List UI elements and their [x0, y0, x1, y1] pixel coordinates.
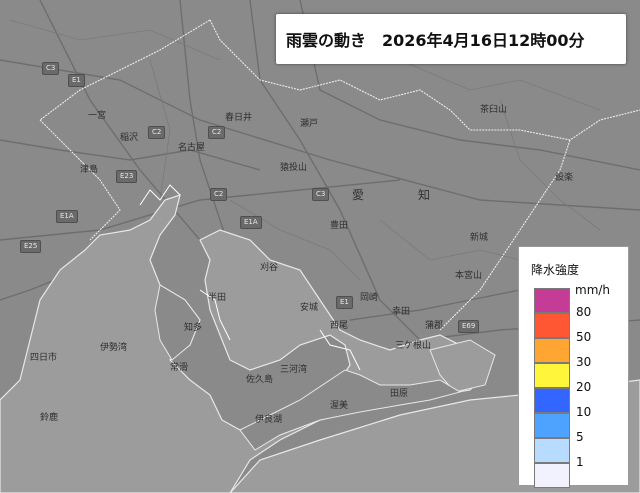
place-label: 三ケ根山: [395, 341, 432, 351]
prefecture-label-1: 愛: [352, 188, 365, 202]
place-label: 一宮: [88, 111, 107, 121]
place-label: 岡崎: [360, 293, 379, 303]
place-label: 瀬戸: [300, 119, 319, 129]
legend-label: 30: [576, 355, 592, 369]
place-label: 常滑: [170, 363, 189, 373]
place-label: 新城: [470, 233, 489, 243]
place-label: 蒲郡: [425, 321, 444, 331]
road-badge: C3: [42, 62, 60, 75]
place-label: 設楽: [555, 173, 574, 183]
place-label: 春日井: [225, 113, 253, 123]
title-datetime: 2026年4月16日12時00分: [382, 31, 585, 50]
place-label: 安城: [300, 303, 319, 313]
legend-label: 80: [576, 305, 592, 319]
legend-swatch: [534, 288, 570, 313]
map-view[interactable]: 愛 知 名古屋 春日井 豊橋 瀬戸 豊田 岡崎 刈谷 安城 知多 半田 常滑 蒲…: [0, 0, 640, 493]
legend-label: 50: [576, 330, 592, 344]
precipitation-legend: 降水強度 mm/h 80 50 30 20 10 5 1: [518, 246, 629, 488]
title-banner: 雨雲の動き 2026年4月16日12時00分: [276, 14, 626, 64]
place-label: 名古屋: [178, 143, 206, 153]
place-label: 伊勢湾: [100, 343, 128, 353]
place-label: 伊良湖: [255, 415, 283, 425]
road-badge: C2: [148, 126, 166, 139]
legend-unit: mm/h: [575, 283, 611, 297]
road-badge: E1A: [240, 216, 262, 229]
place-label: 茶臼山: [480, 105, 508, 115]
legend-swatch: [534, 313, 570, 338]
place-label: 渥美: [330, 401, 349, 411]
place-label: 鈴鹿: [40, 413, 59, 423]
road-badge: E25: [20, 240, 42, 253]
place-label: 半田: [208, 293, 227, 303]
place-label: 知多: [184, 323, 203, 333]
legend-label: 10: [576, 405, 592, 419]
place-label: 田原: [390, 389, 409, 399]
road-badge: E69: [458, 320, 480, 333]
place-label: 豊田: [330, 221, 349, 231]
road-badge: C3: [312, 188, 330, 201]
road-badge: E1: [68, 74, 85, 87]
road-badge: E23: [116, 170, 138, 183]
place-label: 佐久島: [246, 375, 274, 385]
place-label: 猿投山: [280, 163, 308, 173]
title-label: 雨雲の動き: [286, 31, 367, 50]
legend-swatch: [534, 363, 570, 388]
legend-swatch: [534, 438, 570, 463]
legend-swatch: [534, 338, 570, 363]
place-label: 三河湾: [280, 365, 308, 375]
place-label: 本宮山: [455, 271, 483, 281]
place-label: 津島: [80, 165, 99, 175]
place-label: 幸田: [392, 307, 411, 317]
road-badge: E1A: [56, 210, 78, 223]
road-badge: C2: [210, 188, 228, 201]
road-badge: E1: [336, 296, 353, 309]
legend-label: 1: [576, 455, 584, 469]
road-badge: C2: [208, 126, 226, 139]
place-label: 稲沢: [120, 133, 139, 143]
place-label: 四日市: [30, 353, 58, 363]
legend-label: 5: [576, 430, 584, 444]
place-label: 西尾: [330, 321, 349, 331]
legend-swatch: [534, 388, 570, 413]
legend-label: 20: [576, 380, 592, 394]
place-label: 刈谷: [260, 263, 279, 273]
legend-swatch: [534, 463, 570, 488]
legend-swatch: [534, 413, 570, 438]
prefecture-label-2: 知: [418, 188, 431, 202]
legend-title: 降水強度: [531, 263, 580, 277]
